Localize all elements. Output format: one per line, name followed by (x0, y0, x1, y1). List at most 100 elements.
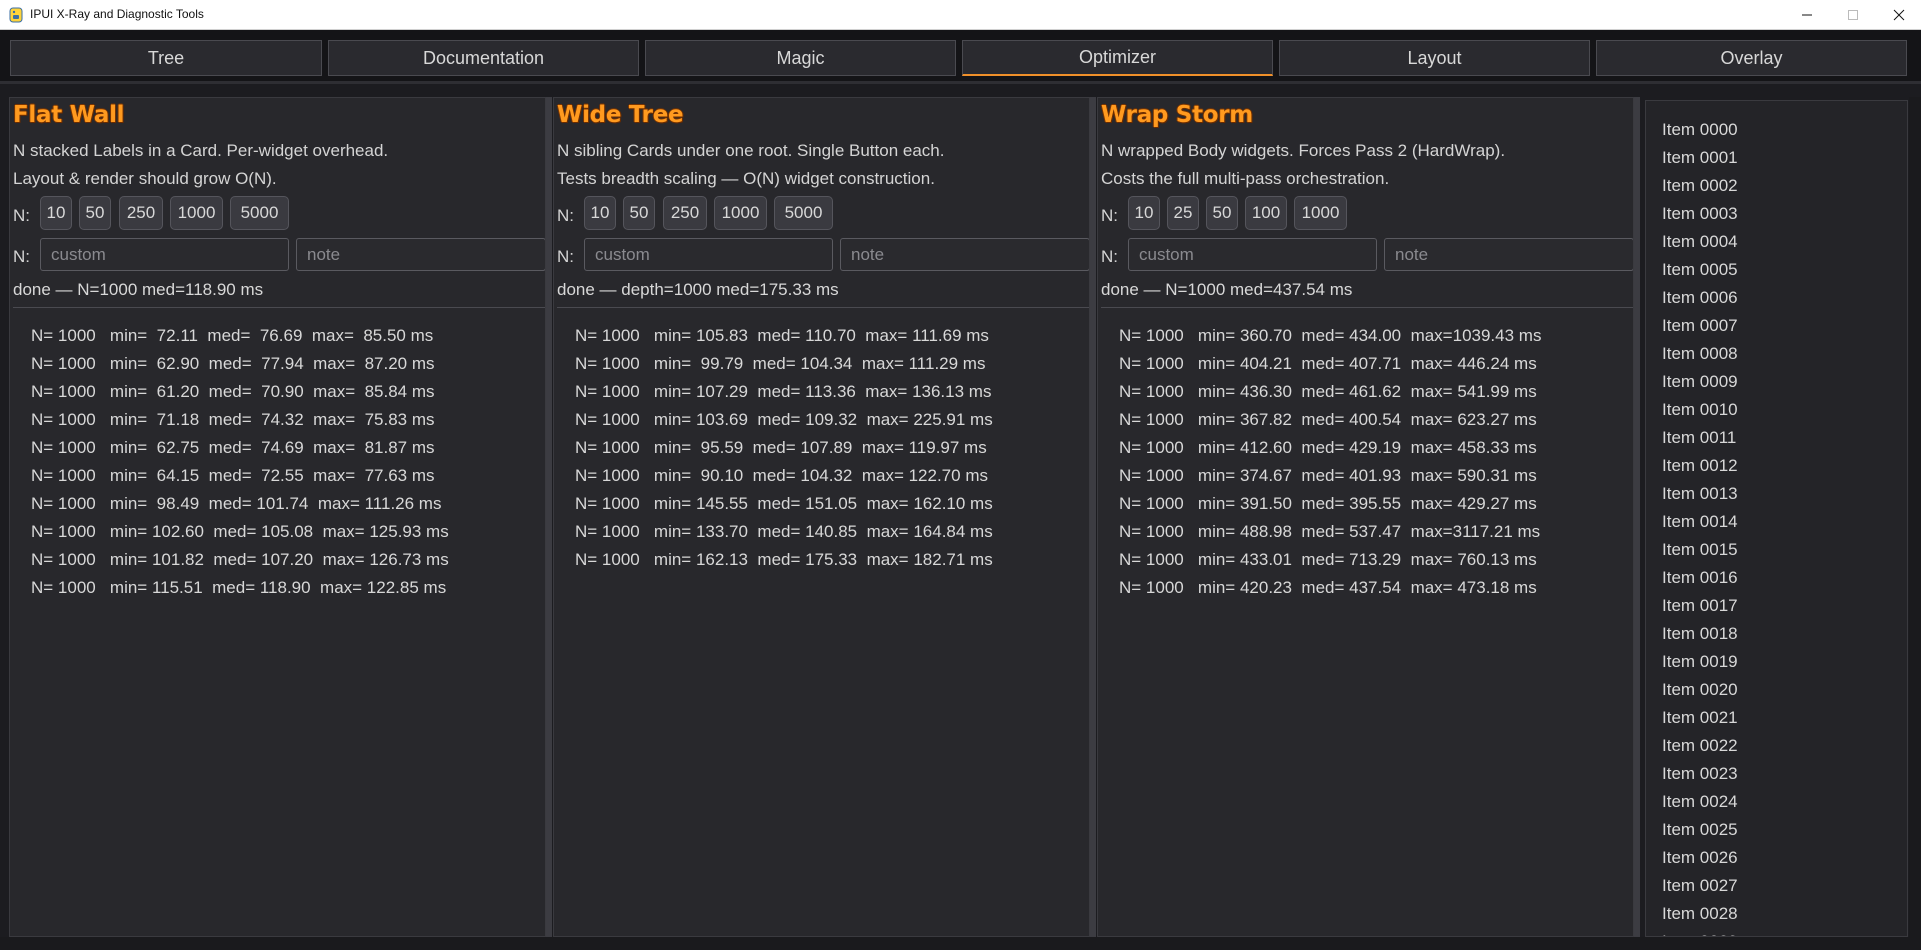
list-item[interactable]: Item 0019 (1646, 648, 1907, 676)
list-item[interactable]: Item 0025 (1646, 816, 1907, 844)
benchmark-panel-wrap-storm: Wrap Storm N wrapped Body widgets. Force… (1097, 97, 1634, 937)
benchmark-panel-wide-tree: Wide Tree N sibling Cards under one root… (553, 97, 1090, 937)
list-item[interactable]: Item 0024 (1646, 788, 1907, 816)
list-item[interactable]: Item 0004 (1646, 228, 1907, 256)
tab-optimizer[interactable]: Optimizer (962, 40, 1273, 76)
window-bottom-edge (0, 937, 1921, 950)
results-list: N= 1000 min= 105.83 med= 110.70 max= 111… (575, 322, 993, 574)
benchmark-panel-flat-wall: Flat Wall N stacked Labels in a Card. Pe… (9, 97, 546, 937)
list-item[interactable]: Item 0012 (1646, 452, 1907, 480)
result-row: N= 1000 min= 420.23 med= 437.54 max= 473… (1119, 578, 1537, 597)
list-item[interactable]: Item 0001 (1646, 144, 1907, 172)
list-item[interactable]: Item 0013 (1646, 480, 1907, 508)
result-row: N= 1000 min= 105.83 med= 110.70 max= 111… (575, 326, 989, 345)
window-titlebar[interactable]: IPUI X-Ray and Diagnostic Tools (0, 0, 1921, 30)
note-input[interactable] (296, 238, 545, 271)
item-list-panel[interactable]: Item 0000 Item 0001 Item 0002 Item 0003 … (1645, 100, 1908, 937)
n-preset-button-25[interactable]: 25 (1167, 196, 1199, 230)
panel-splitter[interactable] (546, 97, 552, 937)
result-row: N= 1000 min= 62.90 med= 77.94 max= 87.20… (31, 354, 435, 373)
custom-n-input[interactable] (1128, 238, 1377, 271)
list-item[interactable]: Item 0010 (1646, 396, 1907, 424)
result-row: N= 1000 min= 412.60 med= 429.19 max= 458… (1119, 438, 1537, 457)
item-list: Item 0000 Item 0001 Item 0002 Item 0003 … (1646, 101, 1907, 936)
list-item[interactable]: Item 0005 (1646, 256, 1907, 284)
n-preset-button-1000[interactable]: 1000 (170, 196, 223, 230)
list-item[interactable]: Item 0002 (1646, 172, 1907, 200)
n-preset-button-100[interactable]: 100 (1245, 196, 1287, 230)
n-custom-label: N: (1101, 247, 1118, 266)
result-row: N= 1000 min= 64.15 med= 72.55 max= 77.63… (31, 466, 435, 485)
n-preset-button-50[interactable]: 50 (1206, 196, 1238, 230)
n-preset-button-5000[interactable]: 5000 (774, 196, 833, 230)
n-preset-button-1000[interactable]: 1000 (714, 196, 767, 230)
n-preset-button-10[interactable]: 10 (1128, 196, 1160, 230)
result-row: N= 1000 min= 145.55 med= 151.05 max= 162… (575, 494, 993, 513)
note-input[interactable] (1384, 238, 1633, 271)
result-row: N= 1000 min= 98.49 med= 101.74 max= 111.… (31, 494, 442, 513)
list-item[interactable]: Item 0016 (1646, 564, 1907, 592)
list-item[interactable]: Item 0014 (1646, 508, 1907, 536)
n-preset-label: N: (13, 206, 30, 225)
n-preset-button-5000[interactable]: 5000 (230, 196, 289, 230)
divider (1101, 307, 1633, 308)
divider (13, 307, 545, 308)
result-row: N= 1000 min= 162.13 med= 175.33 max= 182… (575, 550, 993, 569)
list-item[interactable]: Item 0006 (1646, 284, 1907, 312)
panel-description-line2: Tests breadth scaling — O(N) widget cons… (557, 169, 935, 188)
panel-splitter[interactable] (1090, 97, 1096, 937)
result-row: N= 1000 min= 102.60 med= 105.08 max= 125… (31, 522, 449, 541)
list-item[interactable]: Item 0020 (1646, 676, 1907, 704)
list-item[interactable]: Item 0000 (1646, 116, 1907, 144)
result-row: N= 1000 min= 95.59 med= 107.89 max= 119.… (575, 438, 987, 457)
n-preset-label: N: (557, 206, 574, 225)
minimize-icon (1802, 14, 1812, 16)
n-preset-button-250[interactable]: 250 (663, 196, 707, 230)
list-item[interactable]: Item 0023 (1646, 760, 1907, 788)
custom-n-input[interactable] (40, 238, 289, 271)
n-preset-button-10[interactable]: 10 (584, 196, 616, 230)
list-item[interactable]: Item 0018 (1646, 620, 1907, 648)
n-custom-label: N: (13, 247, 30, 266)
list-item[interactable]: Item 0022 (1646, 732, 1907, 760)
list-item[interactable]: Item 0011 (1646, 424, 1907, 452)
note-input[interactable] (840, 238, 1089, 271)
n-preset-button-10[interactable]: 10 (40, 196, 72, 230)
close-button[interactable] (1876, 0, 1921, 30)
panel-splitter[interactable] (1634, 97, 1640, 937)
tab-tree[interactable]: Tree (10, 40, 322, 76)
list-item[interactable]: Item 0021 (1646, 704, 1907, 732)
n-preset-button-1000[interactable]: 1000 (1294, 196, 1347, 230)
result-row: N= 1000 min= 62.75 med= 74.69 max= 81.87… (31, 438, 435, 457)
window-right-edge (1909, 97, 1921, 937)
tab-overlay[interactable]: Overlay (1596, 40, 1907, 76)
tab-layout[interactable]: Layout (1279, 40, 1590, 76)
result-row: N= 1000 min= 433.01 med= 713.29 max= 760… (1119, 550, 1537, 569)
result-row: N= 1000 min= 360.70 med= 434.00 max=1039… (1119, 326, 1542, 345)
n-preset-button-50[interactable]: 50 (79, 196, 111, 230)
list-item[interactable]: Item 0028 (1646, 900, 1907, 928)
list-item[interactable]: Item 0009 (1646, 368, 1907, 396)
custom-n-input[interactable] (584, 238, 833, 271)
n-preset-button-50[interactable]: 50 (623, 196, 655, 230)
result-row: N= 1000 min= 391.50 med= 395.55 max= 429… (1119, 494, 1537, 513)
window-title: IPUI X-Ray and Diagnostic Tools (30, 7, 204, 21)
list-item[interactable]: Item 0015 (1646, 536, 1907, 564)
result-row: N= 1000 min= 90.10 med= 104.32 max= 122.… (575, 466, 988, 485)
run-status: done — N=1000 med=118.90 ms (13, 280, 264, 299)
list-item[interactable]: Item 0027 (1646, 872, 1907, 900)
list-item[interactable]: Item 0007 (1646, 312, 1907, 340)
tab-magic[interactable]: Magic (645, 40, 956, 76)
list-item[interactable]: Item 0008 (1646, 340, 1907, 368)
list-item[interactable]: Item 0029 (1646, 928, 1907, 936)
list-item[interactable]: Item 0003 (1646, 200, 1907, 228)
panel-description-line1: N sibling Cards under one root. Single B… (557, 141, 945, 160)
result-row: N= 1000 min= 99.79 med= 104.34 max= 111.… (575, 354, 986, 373)
n-preset-button-250[interactable]: 250 (119, 196, 163, 230)
maximize-button[interactable] (1830, 0, 1876, 30)
list-item[interactable]: Item 0026 (1646, 844, 1907, 872)
list-item[interactable]: Item 0017 (1646, 592, 1907, 620)
minimize-button[interactable] (1784, 0, 1830, 30)
result-row: N= 1000 min= 488.98 med= 537.47 max=3117… (1119, 522, 1541, 541)
tab-documentation[interactable]: Documentation (328, 40, 639, 76)
